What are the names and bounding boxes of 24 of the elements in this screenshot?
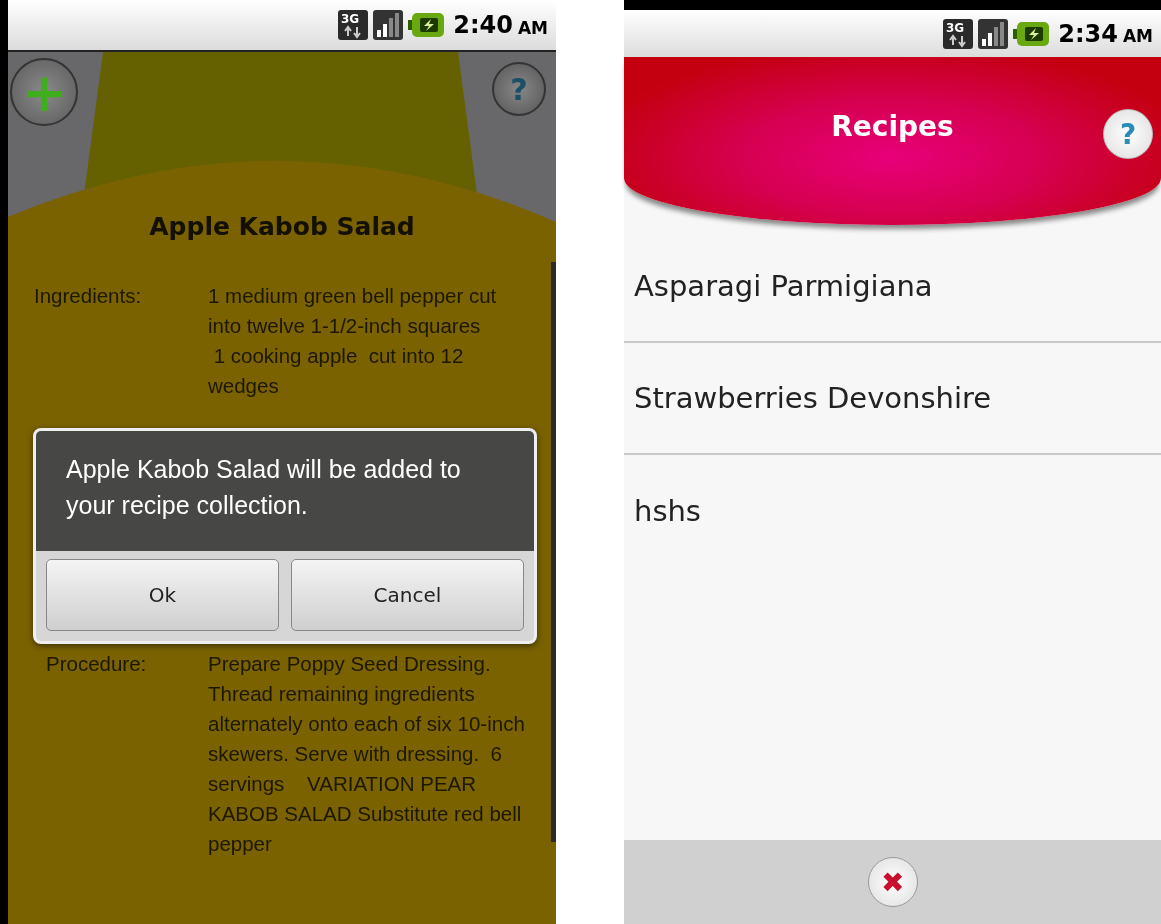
clock-meridiem: AM	[1122, 26, 1153, 46]
screen-title: Recipes	[831, 109, 954, 143]
ingredient-text: 1 medium green bell pepper cut into twelve 1-1/2-inch squares	[208, 283, 498, 339]
dialog-button[interactable]: Ok	[46, 559, 279, 631]
ingredient-text: 1 cooking apple cut into 12 wedges	[208, 343, 465, 399]
section-label: Ingredients:	[34, 283, 143, 309]
procedure-text: Prepare Poppy Seed Dressing. Thread remaining ingredients alternately onto each of six 10-inch skewers. Serve with dressing. 6 servings VARIATION PEAR KABOB SALAD Substitute red bell pepper	[208, 651, 526, 857]
signal-icon	[978, 16, 1009, 51]
dialog-message: Apple Kabob Salad will be added to your recipe collection.	[36, 431, 534, 551]
clock-time: 2:40	[453, 11, 513, 39]
close-button[interactable]: ✖	[867, 857, 918, 907]
recipe-title: Apple Kabob Salad	[148, 212, 416, 241]
3g-data-icon: 3G	[943, 16, 974, 51]
3g-data-icon: 3G	[338, 8, 369, 42]
section-label: Procedure:	[46, 651, 148, 677]
clock-meridiem: AM	[517, 17, 548, 38]
recipe-list-item[interactable]: Strawberries Devonshire	[624, 343, 1161, 455]
dialog-button[interactable]: Cancel	[291, 559, 524, 631]
battery-charging-icon	[408, 10, 445, 40]
signal-icon	[373, 8, 404, 42]
recipe-list-item[interactable]: Asparagi Parmigiana	[624, 231, 1161, 343]
recipe-list-item[interactable]: hshs	[624, 455, 1161, 567]
help-button[interactable]: ?	[1103, 109, 1153, 159]
clock-time: 2:34	[1058, 19, 1118, 48]
